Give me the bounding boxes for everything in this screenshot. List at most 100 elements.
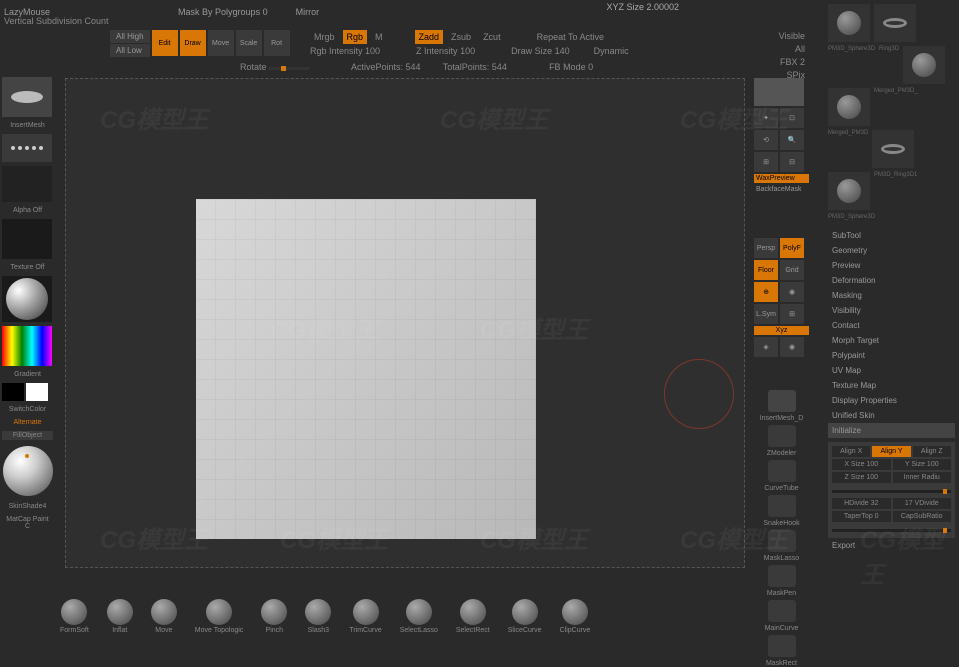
lsym-button[interactable]: L.Sym (754, 304, 778, 324)
section-contact[interactable]: Contact (828, 318, 955, 333)
section-morph-target[interactable]: Morph Target (828, 333, 955, 348)
bottom-brush-8[interactable]: SelectRect (456, 599, 490, 634)
z-intensity-slider[interactable]: Z Intensity 100 (416, 46, 475, 56)
snakehook-icon[interactable] (768, 495, 796, 517)
move-button[interactable]: Move (208, 30, 234, 56)
bottom-brush-9[interactable]: SliceCurve (508, 599, 542, 634)
m-button[interactable]: M (371, 30, 387, 44)
zsub-button[interactable]: Zsub (447, 30, 475, 44)
mirror-label[interactable]: Mirror (296, 7, 320, 17)
persp-button[interactable]: Persp (754, 238, 778, 258)
bottom-brush-0[interactable]: FormSoft (60, 599, 89, 634)
tool-thumb-3[interactable] (828, 88, 870, 126)
x-size-slider[interactable]: X Size 100 (832, 459, 891, 470)
material-ball-large[interactable] (2, 444, 53, 498)
alternate-label[interactable]: Alternate (2, 418, 53, 427)
fb-mode-label[interactable]: FB Mode 0 (549, 62, 593, 72)
tool-thumb-0[interactable] (828, 4, 870, 42)
section-initialize[interactable]: Initialize (828, 423, 955, 438)
section-unified-skin[interactable]: Unified Skin (828, 408, 955, 423)
bottom-brush-10[interactable]: ClipCurve (560, 599, 591, 634)
bottom-brush-4[interactable]: Pinch (261, 599, 287, 634)
pivot-button[interactable]: ◉ (780, 337, 804, 357)
inner-radius-slider[interactable]: Inner Radiu (893, 472, 952, 483)
rgb-intensity-slider[interactable]: Rgb Intensity 100 (310, 46, 380, 56)
hdivide-slider[interactable]: HDivide 32 (832, 498, 891, 509)
edit2-button[interactable]: ◉ (780, 282, 804, 302)
xpose-button[interactable]: ⊞ (780, 304, 804, 324)
tool-thumb-5[interactable] (828, 172, 870, 210)
viewport[interactable] (65, 78, 745, 568)
zoom-button[interactable]: 🔍 (780, 130, 804, 150)
spivot-button[interactable]: ◈ (754, 337, 778, 357)
brush-preview[interactable] (2, 77, 52, 117)
align-x-button[interactable]: Align X (832, 446, 870, 457)
align-y-button[interactable]: Align Y (872, 446, 910, 457)
mrgb-button[interactable]: Mrgb (310, 30, 339, 44)
maskrect-icon[interactable] (768, 635, 796, 657)
plane-mesh[interactable] (196, 199, 536, 539)
tool-thumb-4[interactable] (872, 130, 914, 168)
maskby-label[interactable]: Mask By Polygroups 0 (178, 7, 268, 17)
switch-color-label[interactable]: SwitchColor (2, 405, 53, 414)
all-high-button[interactable]: All High (110, 30, 150, 43)
draw-size-slider[interactable]: Draw Size 140 (511, 46, 570, 56)
floor-button[interactable]: Floor (754, 260, 778, 280)
section-display-properties[interactable]: Display Properties (828, 393, 955, 408)
section-visibility[interactable]: Visibility (828, 303, 955, 318)
align-z-button[interactable]: Align Z (913, 446, 951, 457)
xyz-button[interactable]: Xyz (754, 326, 809, 335)
zadd-button[interactable]: Zadd (415, 30, 444, 44)
actual-button[interactable]: ⊞ (754, 152, 778, 172)
bottom-brush-5[interactable]: Slash3 (305, 599, 331, 634)
stroke-preview[interactable] (2, 134, 52, 162)
section-polypaint[interactable]: Polypaint (828, 348, 955, 363)
section-subtool[interactable]: SubTool (828, 228, 955, 243)
tool-thumb[interactable] (754, 78, 804, 106)
maincurve-icon[interactable] (768, 600, 796, 622)
dynamic-label[interactable]: Dynamic (594, 46, 629, 56)
local-button[interactable]: ⊕ (754, 282, 778, 302)
color-swatch-white[interactable] (26, 383, 48, 401)
y-size-slider[interactable]: Y Size 100 (893, 459, 952, 470)
visible-label[interactable]: Visible (775, 30, 809, 42)
bottom-brush-7[interactable]: SelectLasso (400, 599, 438, 634)
section-geometry[interactable]: Geometry (828, 243, 955, 258)
tool-thumb-1[interactable] (874, 4, 916, 42)
repeat-to-active-button[interactable]: Repeat To Active (533, 30, 608, 44)
section-masking[interactable]: Masking (828, 288, 955, 303)
draw-button[interactable]: Draw (180, 30, 206, 56)
bottom-brush-3[interactable]: Move Topologic (195, 599, 244, 634)
capsubratio-slider[interactable]: CapSubRatio (893, 511, 952, 522)
edit-button[interactable]: Edit (152, 30, 178, 56)
frame-button[interactable]: ⊡ (780, 108, 804, 128)
zcut-button[interactable]: Zcut (479, 30, 505, 44)
section-uv-map[interactable]: UV Map (828, 363, 955, 378)
section-export[interactable]: Export (828, 538, 955, 553)
scroll-button[interactable]: ⟲ (754, 130, 778, 150)
init-slider-1[interactable] (832, 490, 951, 493)
vdivide-slider[interactable]: 17 VDivide (893, 498, 952, 509)
polyf-button[interactable]: PolyF (780, 238, 804, 258)
maskpen-icon[interactable] (768, 565, 796, 587)
section-texture-map[interactable]: Texture Map (828, 378, 955, 393)
section-preview[interactable]: Preview (828, 258, 955, 273)
bpr-button[interactable]: ✦ (754, 108, 778, 128)
tapertop-slider[interactable]: TaperTop 0 (832, 511, 891, 522)
rgb-button[interactable]: Rgb (343, 30, 368, 44)
bottom-brush-1[interactable]: Inflat (107, 599, 133, 634)
alpha-preview[interactable] (2, 166, 52, 202)
z-size-slider[interactable]: Z Size 100 (832, 472, 891, 483)
texture-preview[interactable] (2, 219, 52, 259)
rot-button[interactable]: Rot (264, 30, 290, 56)
masklasso-icon[interactable] (768, 530, 796, 552)
color-swatch-black[interactable] (2, 383, 24, 401)
rotate-label[interactable]: Rotate (240, 62, 267, 72)
all-label[interactable]: All (791, 43, 809, 55)
color-picker[interactable] (2, 326, 52, 366)
wax-preview-label[interactable]: WaxPreview (754, 174, 809, 183)
aahalf-button[interactable]: ⊟ (780, 152, 804, 172)
bottom-brush-2[interactable]: Move (151, 599, 177, 634)
fbx-label[interactable]: FBX 2 (776, 56, 809, 68)
init-slider-2[interactable] (832, 529, 951, 532)
